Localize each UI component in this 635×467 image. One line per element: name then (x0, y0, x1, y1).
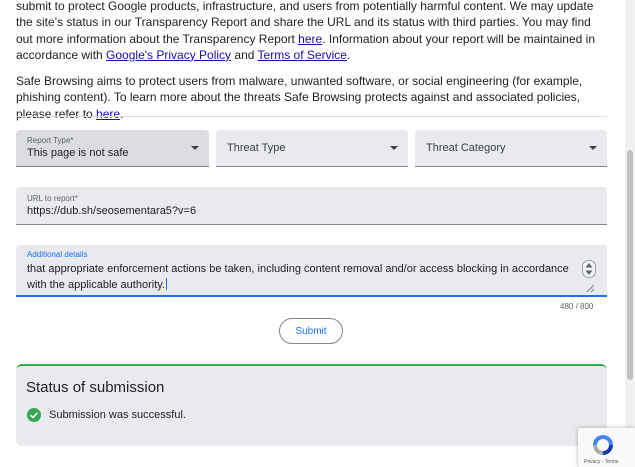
additional-details-text[interactable]: that appropriate enforcement actions be … (27, 261, 575, 293)
url-label: URL to report* (27, 194, 78, 203)
intro-text: and (231, 47, 258, 62)
intro-paragraph-safe-browsing: Safe Browsing aims to protect users from… (16, 73, 606, 122)
threat-category-placeholder: Threat Category (426, 142, 506, 154)
character-counter: 480 / 800 (560, 302, 594, 311)
recaptcha-links[interactable]: Privacy - Terms (584, 459, 618, 465)
report-type-label: Report Type* (27, 136, 74, 145)
threat-type-select[interactable]: Threat Type (216, 130, 408, 167)
intro-paragraph-transparency: submit to protect Google products, infra… (16, 0, 606, 63)
dropdown-arrow-icon (589, 146, 597, 150)
dropdown-arrow-icon (390, 146, 398, 150)
threat-category-select[interactable]: Threat Category (415, 130, 607, 167)
report-type-value: This page is not safe (27, 147, 129, 159)
url-input[interactable]: URL to report* https://dub.sh/seosementa… (16, 187, 607, 225)
dropdown-arrow-icon (191, 146, 199, 150)
intro-text: . (120, 106, 124, 121)
recaptcha-badge[interactable]: Privacy - Terms (578, 428, 635, 467)
privacy-policy-link[interactable]: Google's Privacy Policy (106, 48, 231, 62)
status-message: Submission was successful. (49, 409, 186, 421)
submission-status-card: Status of submission Submission was succ… (16, 364, 607, 446)
resize-handle-icon[interactable] (585, 283, 595, 293)
intro-text: . (346, 47, 351, 62)
terms-of-service-link[interactable]: Terms of Service (258, 48, 347, 62)
textarea-scroll-arrows-icon[interactable] (582, 260, 596, 278)
recaptcha-logo-icon (593, 435, 613, 455)
threat-type-placeholder: Threat Type (227, 142, 286, 154)
section-divider (16, 116, 607, 117)
additional-details-textarea[interactable]: Additional details that appropriate enfo… (16, 245, 607, 297)
details-value: that appropriate enforcement actions be … (27, 263, 569, 291)
report-type-select[interactable]: Report Type* This page is not safe (16, 130, 209, 167)
transparency-report-link[interactable]: here (298, 32, 322, 46)
scrollbar-thumb[interactable] (627, 150, 633, 380)
status-title: Status of submission (26, 379, 165, 396)
url-value[interactable]: https://dub.sh/seosementara5?v=6 (27, 205, 196, 217)
text-cursor (166, 278, 167, 290)
check-circle-icon (27, 408, 41, 422)
additional-details-label: Additional details (27, 250, 88, 259)
submit-button[interactable]: Submit (279, 318, 343, 344)
threats-info-link[interactable]: here (96, 107, 120, 121)
